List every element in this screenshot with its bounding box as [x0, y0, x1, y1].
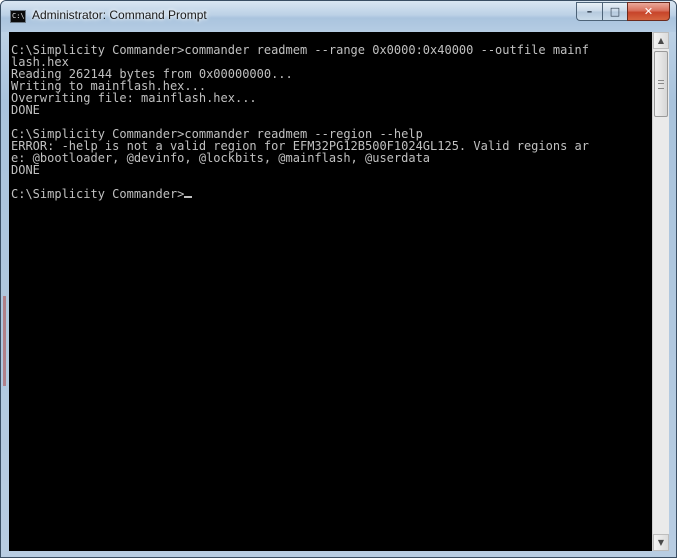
- minimize-button[interactable]: –: [576, 2, 602, 21]
- maximize-button[interactable]: □: [602, 2, 627, 21]
- console-line: DONE: [11, 163, 40, 177]
- command-prompt-window: C:\ Administrator: Command Prompt – □ ✕ …: [0, 0, 677, 558]
- title-bar[interactable]: C:\ Administrator: Command Prompt – □ ✕: [1, 1, 676, 32]
- prompt-line[interactable]: C:\Simplicity Commander>: [11, 188, 652, 200]
- window-edge-accent: [3, 296, 6, 386]
- close-button[interactable]: ✕: [627, 2, 670, 21]
- scroll-down-arrow-icon[interactable]: ▼: [653, 534, 669, 551]
- grip-icon: [658, 80, 664, 89]
- cmd-icon[interactable]: C:\: [10, 10, 26, 23]
- prompt-text: C:\Simplicity Commander>: [11, 187, 185, 201]
- console-line: C:\Simplicity Commander>commander readme…: [11, 43, 589, 57]
- caption-buttons: – □ ✕: [576, 2, 670, 21]
- console-text: C:\Simplicity Commander>commander readme…: [9, 32, 652, 200]
- console-line: e: @bootloader, @devinfo, @lockbits, @ma…: [11, 151, 431, 165]
- scrollbar-thumb[interactable]: [654, 51, 668, 117]
- console-line: Overwriting file: mainflash.hex...: [11, 91, 257, 105]
- text-cursor: [184, 196, 193, 198]
- console-output[interactable]: C:\Simplicity Commander>commander readme…: [9, 32, 652, 551]
- scroll-up-arrow-icon[interactable]: ▲: [653, 32, 669, 49]
- vertical-scrollbar[interactable]: ▲ ▼: [652, 32, 669, 551]
- window-title: Administrator: Command Prompt: [32, 8, 207, 22]
- console-line: DONE: [11, 103, 40, 117]
